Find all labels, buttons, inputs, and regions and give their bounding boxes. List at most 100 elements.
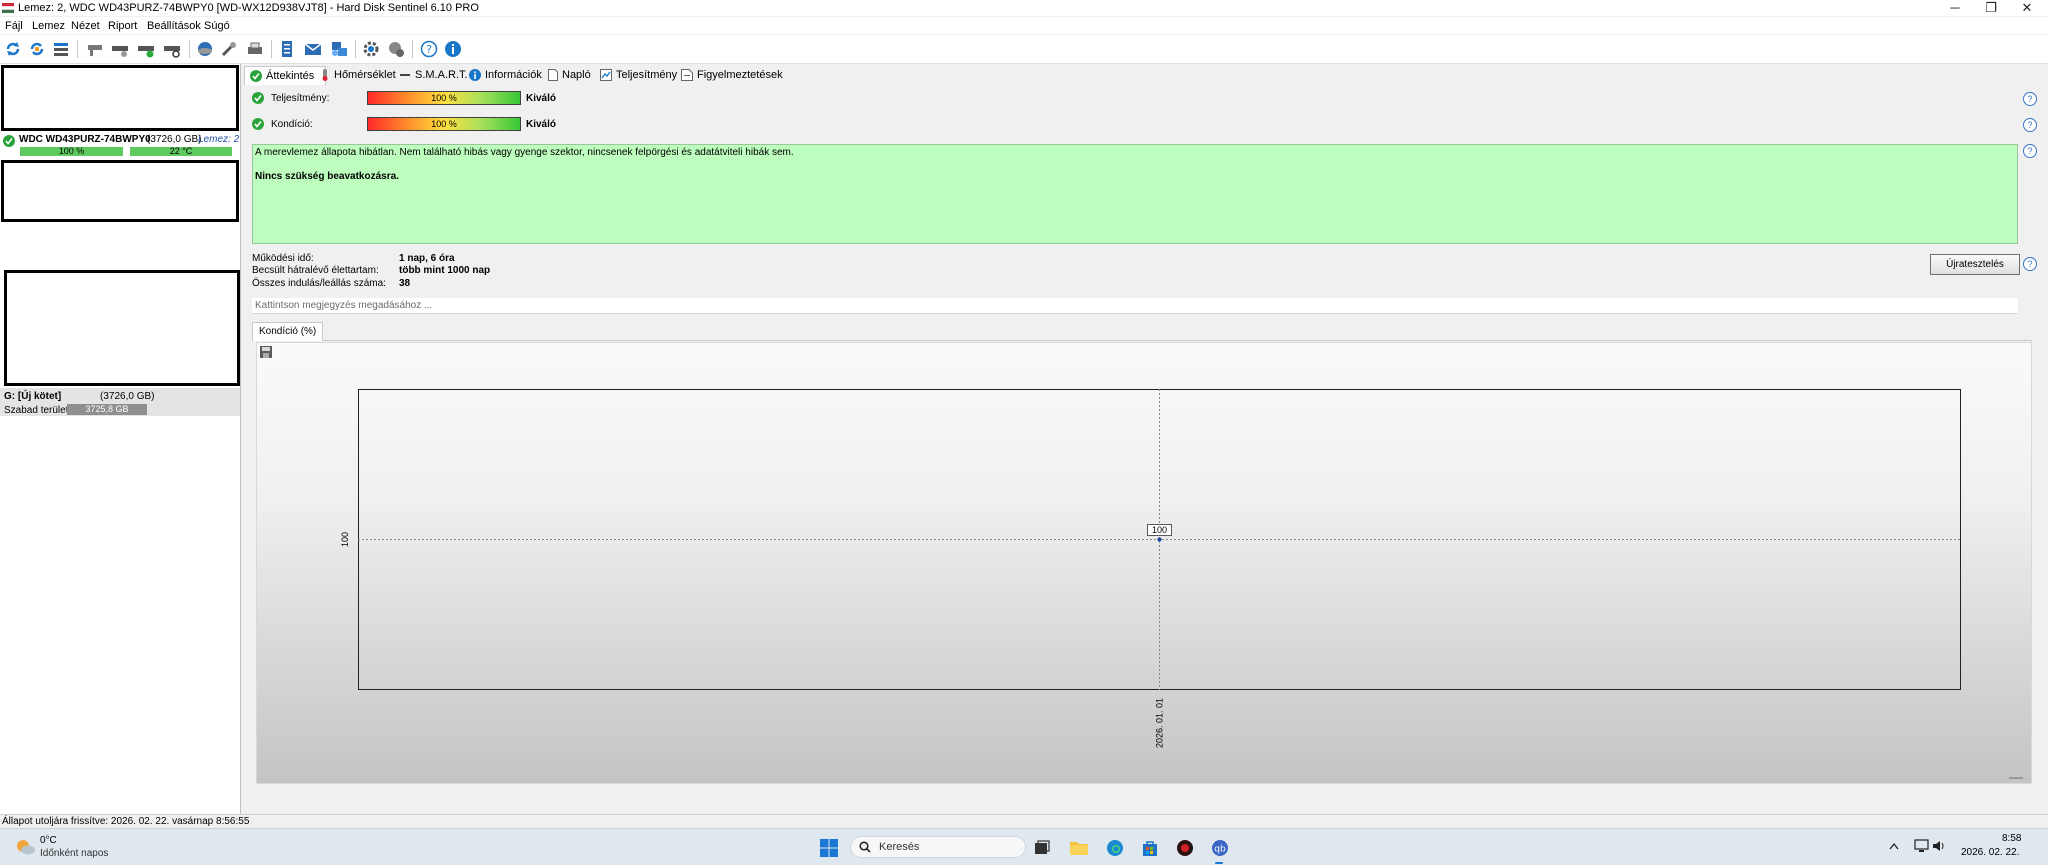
print-icon[interactable] bbox=[244, 39, 266, 59]
disk-item-3-frame[interactable] bbox=[1, 160, 239, 222]
volume-tray-icon[interactable] bbox=[1932, 839, 1946, 856]
uptime-label: Működési idő: bbox=[252, 253, 314, 264]
app-flag-icon bbox=[2, 3, 14, 13]
edge-browser-icon[interactable] bbox=[1104, 837, 1126, 859]
file-explorer-icon[interactable] bbox=[1068, 837, 1090, 859]
health-bar: 100 % bbox=[20, 147, 123, 156]
tab-performance[interactable]: Teljesítmény bbox=[600, 66, 677, 84]
disk-list-icon[interactable] bbox=[50, 39, 72, 59]
advanced-settings-icon[interactable] bbox=[385, 39, 407, 59]
disk-item-selected[interactable]: WDC WD43PURZ-74BWPY0 (3726,0 GB) Lemez: … bbox=[0, 132, 240, 158]
hard-disk-sentinel-taskbar-icon[interactable]: qb bbox=[1209, 837, 1231, 859]
title-bar: Lemez: 2, WDC WD43PURZ-74BWPY0 [WD-WX12D… bbox=[0, 0, 2048, 16]
disk-item-1-frame[interactable] bbox=[1, 65, 239, 131]
start-count-value: 38 bbox=[399, 278, 411, 289]
menu-report[interactable]: Riport bbox=[108, 20, 137, 32]
clock-date[interactable]: 2026. 02. 22. bbox=[1961, 847, 2019, 858]
chart-tab-condition[interactable]: Kondíció (%) bbox=[252, 322, 324, 341]
close-button[interactable]: ✕ bbox=[2004, 0, 2048, 16]
menu-disk[interactable]: Lemez bbox=[32, 20, 65, 32]
report-list-icon[interactable] bbox=[276, 39, 298, 59]
data-point bbox=[1157, 537, 1162, 542]
window-title: Lemez: 2, WDC WD43PURZ-74BWPY0 [WD-WX12D… bbox=[18, 2, 479, 14]
performance-chart-icon bbox=[600, 69, 612, 81]
clock-time[interactable]: 8:58 bbox=[2002, 833, 2021, 844]
status-text: A merevlemez állapota hibátlan. Nem talá… bbox=[255, 147, 794, 158]
volume-name: G: [Új kötet] bbox=[4, 391, 62, 402]
refresh-icon[interactable] bbox=[2, 39, 24, 59]
performance-label: Teljesítmény: bbox=[271, 93, 330, 104]
chart-tab-bar: Kondíció (%) bbox=[252, 322, 2032, 341]
volume-size: (3726,0 GB) bbox=[100, 391, 155, 402]
help-icon[interactable]: ? bbox=[418, 39, 440, 59]
tools-icon[interactable] bbox=[218, 39, 240, 59]
help-icon[interactable]: ? bbox=[2023, 257, 2037, 271]
status-message-box: A merevlemez állapota hibátlan. Nem talá… bbox=[252, 144, 2018, 244]
tab-overview-label: Áttekintés bbox=[266, 70, 315, 82]
menu-help[interactable]: Súgó bbox=[204, 20, 230, 32]
tab-smart[interactable]: S.M.A.R.T. bbox=[399, 66, 468, 84]
check-icon bbox=[250, 70, 262, 82]
red-app-icon[interactable] bbox=[1174, 837, 1196, 859]
tab-temperature[interactable]: Hőmérséklet bbox=[320, 66, 396, 84]
disk-list-pane: WDC WD43PURZ-74BWPY0 (3726,0 GB) Lemez: … bbox=[0, 64, 241, 814]
note-input[interactable]: Kattintson megjegyzés megadásához ... bbox=[252, 298, 2018, 314]
report-disk-icon[interactable] bbox=[194, 39, 216, 59]
help-icon[interactable]: ? bbox=[2023, 144, 2037, 158]
settings-gear-icon[interactable] bbox=[360, 39, 382, 59]
tab-overview[interactable]: Áttekintés bbox=[244, 66, 326, 85]
info-icon[interactable] bbox=[442, 39, 464, 59]
start-count-label: Összes indulás/leállás száma: bbox=[252, 278, 386, 289]
disk-search-icon[interactable] bbox=[161, 39, 183, 59]
check-icon bbox=[252, 92, 264, 104]
performance-value: 100 % bbox=[431, 93, 457, 103]
document-icon bbox=[548, 69, 558, 81]
network-tray-icon[interactable] bbox=[1914, 839, 1930, 856]
store-icon[interactable] bbox=[1139, 837, 1161, 859]
tab-log[interactable]: Napló bbox=[548, 66, 591, 84]
weather-temp[interactable]: 0°C bbox=[40, 835, 57, 846]
menu-view[interactable]: Nézet bbox=[71, 20, 100, 32]
svg-text:?: ? bbox=[426, 43, 432, 56]
disk-item-4-frame[interactable] bbox=[4, 270, 240, 386]
chevron-up-icon[interactable] bbox=[1889, 841, 1899, 853]
tab-temperature-label: Hőmérséklet bbox=[334, 69, 396, 81]
disk-ok-icon[interactable] bbox=[135, 39, 157, 59]
data-label: 100 bbox=[1152, 525, 1167, 535]
status-bar: Állapot utoljára frissítve: 2026. 02. 22… bbox=[0, 814, 2048, 828]
weather-desc[interactable]: Időnként napos bbox=[40, 848, 108, 859]
x-tick-label: 2026. 01. 01 bbox=[1155, 698, 1165, 748]
retest-button[interactable]: Újratesztelés bbox=[1930, 254, 2020, 275]
email-icon[interactable] bbox=[302, 39, 324, 59]
menu-settings[interactable]: Beállítások bbox=[147, 20, 201, 32]
disk-test-icon[interactable] bbox=[109, 39, 131, 59]
volume-panel[interactable]: G: [Új kötet] (3726,0 GB) Szabad terület… bbox=[0, 388, 240, 416]
tab-alerts[interactable]: Figyelmeztetések bbox=[681, 66, 783, 84]
disk-icon[interactable] bbox=[84, 39, 106, 59]
search-icon bbox=[859, 841, 871, 853]
condition-rating: Kiváló bbox=[526, 119, 557, 130]
thermometer-icon bbox=[322, 69, 328, 81]
condition-value: 100 % bbox=[431, 119, 457, 129]
help-icon[interactable]: ? bbox=[2023, 118, 2037, 132]
tab-smart-label: S.M.A.R.T. bbox=[415, 69, 468, 81]
start-button-icon[interactable] bbox=[818, 837, 840, 859]
toolbar: ? bbox=[0, 35, 2048, 64]
condition-row: Kondíció: 100 % Kiváló ? bbox=[252, 116, 2037, 134]
resize-handle[interactable] bbox=[2009, 777, 2023, 779]
weather-icon[interactable] bbox=[14, 837, 36, 860]
toolbar-separator bbox=[77, 40, 78, 58]
performance-row: Teljesítmény: 100 % Kiváló ? bbox=[252, 90, 2037, 108]
tab-information[interactable]: Információk bbox=[469, 66, 542, 84]
task-view-icon[interactable] bbox=[1031, 837, 1053, 859]
help-icon[interactable]: ? bbox=[2023, 92, 2037, 106]
taskbar-search[interactable]: Keresés bbox=[850, 836, 1026, 858]
save-chart-icon[interactable] bbox=[259, 345, 273, 359]
disk-ok-check-icon bbox=[3, 135, 15, 150]
alerts-document-icon bbox=[681, 69, 693, 81]
menu-file[interactable]: Fájl bbox=[5, 20, 23, 32]
performance-bar: 100 % bbox=[367, 91, 521, 105]
network-icon[interactable] bbox=[328, 39, 350, 59]
info-icon bbox=[469, 69, 481, 81]
refresh-all-icon[interactable] bbox=[26, 39, 48, 59]
